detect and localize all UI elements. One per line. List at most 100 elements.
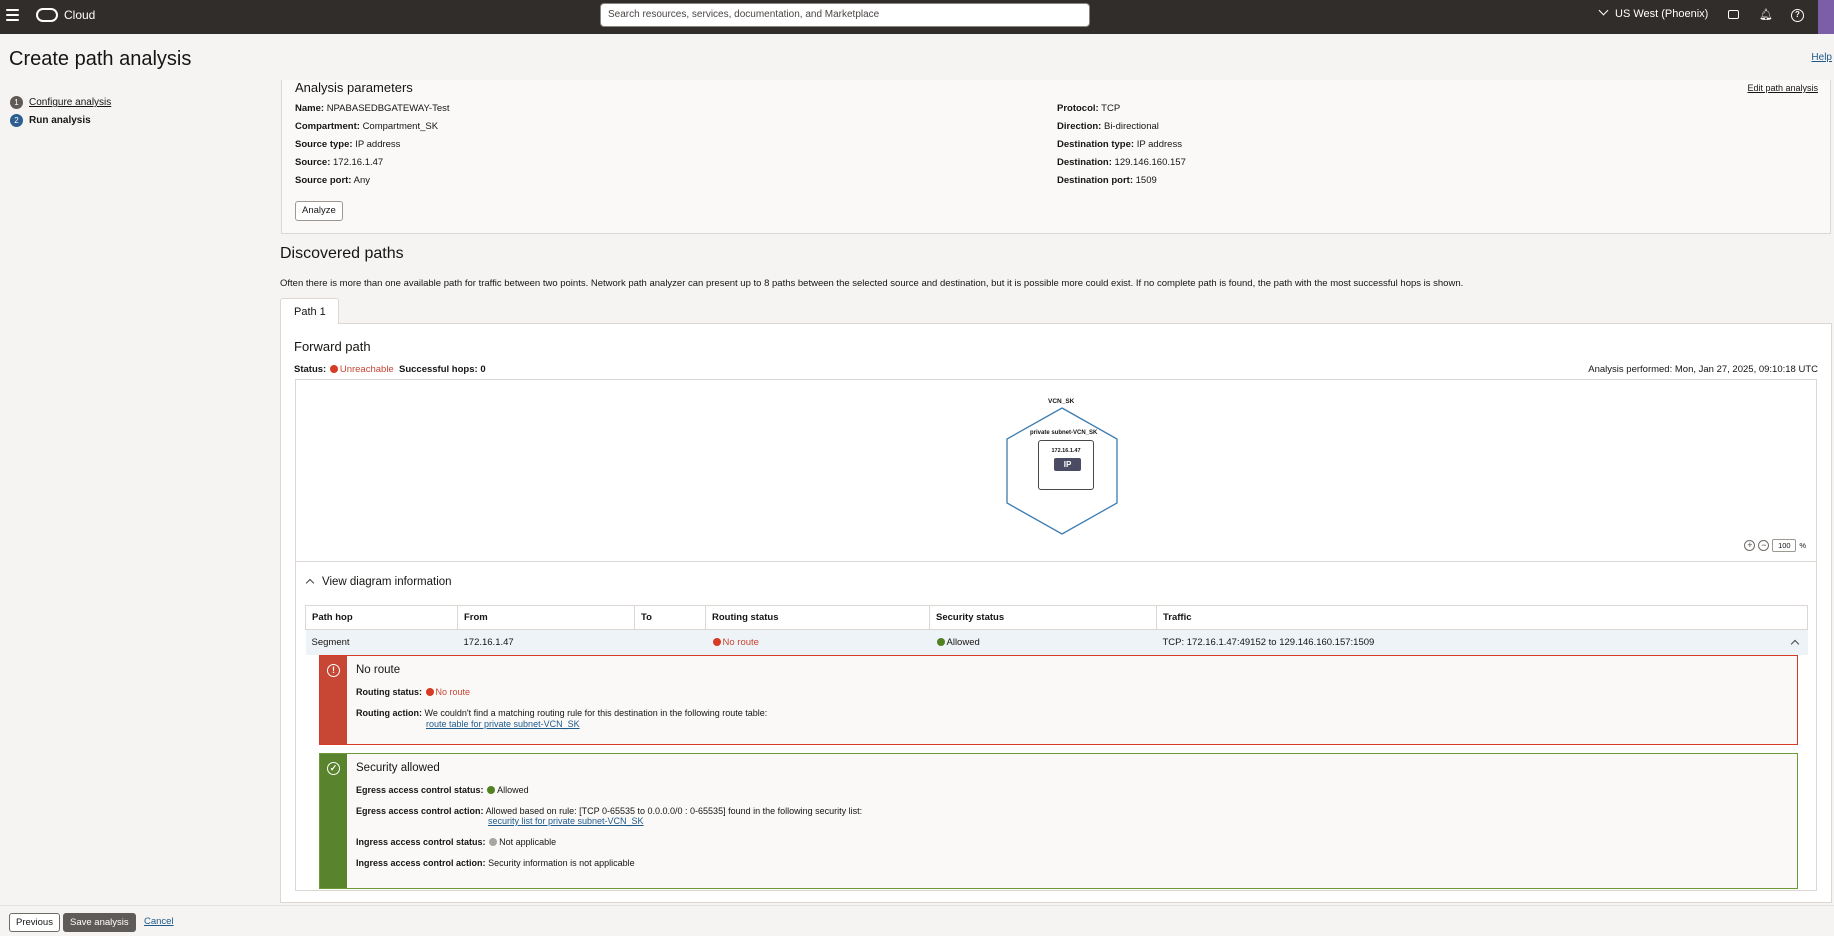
- ingress-status-line: Ingress access control status: Not appli…: [356, 837, 557, 847]
- param-name: Name: NPABASEDBGATEWAY-Test: [295, 103, 450, 114]
- cell-path-hop: Segment: [305, 629, 458, 655]
- diagram-information-section: View diagram information Path hop From T…: [295, 561, 1817, 891]
- zoom-level-input[interactable]: 100: [1772, 539, 1797, 552]
- analyze-button[interactable]: Analyze: [295, 201, 343, 221]
- cell-traffic: TCP: 172.16.1.47:49152 to 129.146.160.15…: [1156, 629, 1808, 655]
- path-hops-table: Path hop From To Routing status Security…: [305, 605, 1808, 655]
- step-number: 1: [10, 96, 23, 109]
- param-protocol: Protocol: TCP: [1057, 103, 1121, 114]
- discovered-paths-description: Often there is more than one available p…: [280, 278, 1464, 289]
- error-status-icon: [425, 688, 434, 696]
- param-source-port: Source port: Any: [295, 175, 370, 186]
- app-name[interactable]: Cloud: [64, 8, 95, 22]
- step-label[interactable]: Configure analysis: [29, 97, 111, 108]
- wizard-steps: 1 Configure analysis 2 Run analysis: [10, 94, 111, 130]
- egress-status-line: Egress access control status: Allowed: [356, 785, 529, 795]
- step-configure-analysis[interactable]: 1 Configure analysis: [10, 94, 111, 111]
- param-destination-type: Destination type: IP address: [1057, 139, 1182, 150]
- hops-label: Successful hops:: [399, 364, 478, 375]
- bell-icon[interactable]: 🔔︎: [1759, 9, 1773, 22]
- ingress-action-line: Ingress access control action: Security …: [356, 858, 635, 868]
- error-icon: !: [327, 664, 340, 677]
- step-label: Run analysis: [29, 115, 91, 126]
- zoom-in-icon[interactable]: +: [1744, 540, 1756, 551]
- no-route-title: No route: [356, 664, 401, 676]
- tab-path-1[interactable]: Path 1: [280, 298, 339, 324]
- param-direction: Direction: Bi-directional: [1057, 121, 1159, 132]
- neutral-status-icon: [489, 838, 498, 846]
- ip-node[interactable]: 172.16.1.47 IP: [1038, 440, 1094, 490]
- discovered-paths-title: Discovered paths: [280, 245, 404, 262]
- status-label: Status:: [294, 364, 327, 375]
- hops-value: 0: [480, 364, 486, 375]
- param-source-type: Source type: IP address: [295, 139, 401, 150]
- security-allowed-title: Security allowed: [356, 762, 440, 774]
- status-value: Unreachable: [339, 364, 394, 375]
- subnet-label: private subnet-VCN_SK: [1030, 430, 1098, 436]
- forward-path-title: Forward path: [294, 339, 371, 354]
- view-diagram-information-toggle[interactable]: View diagram information: [305, 576, 452, 588]
- edit-path-analysis-link[interactable]: Edit path analysis: [1747, 83, 1818, 93]
- top-navigation-bar: Cloud Search resources, services, docume…: [0, 0, 1834, 34]
- no-route-card: ! No route Routing status: No route Rout…: [319, 655, 1798, 745]
- check-circle-icon: ✓: [327, 762, 340, 775]
- cell-to: [634, 629, 706, 655]
- param-destination-port: Destination port: 1509: [1057, 175, 1157, 186]
- security-allowed-card: ✓ Security allowed Egress access control…: [319, 753, 1798, 889]
- chevron-up-icon: [305, 578, 315, 588]
- analysis-parameters-heading: Analysis parameters: [295, 80, 413, 95]
- column-header: To: [634, 605, 706, 630]
- path-tab-panel: Forward path Status: Unreachable Success…: [280, 323, 1832, 903]
- success-status-icon: [936, 637, 945, 646]
- path-status: Status: Unreachable Successful hops: 0: [294, 364, 486, 375]
- param-compartment: Compartment: Compartment_SK: [295, 121, 439, 132]
- param-destination: Destination: 129.146.160.157: [1057, 157, 1186, 168]
- page-title: Create path analysis: [9, 48, 192, 70]
- table-header-row: Path hop From To Routing status Security…: [305, 605, 1808, 630]
- previous-button[interactable]: Previous: [9, 913, 60, 932]
- help-icon[interactable]: ?: [1791, 9, 1804, 22]
- analysis-performed-timestamp: Analysis performed: Mon, Jan 27, 2025, 0…: [1588, 364, 1818, 375]
- cancel-link[interactable]: Cancel: [144, 916, 174, 927]
- collapse-row-icon[interactable]: [1790, 639, 1799, 648]
- step-number: 2: [10, 114, 23, 127]
- table-row[interactable]: Segment 172.16.1.47 No route Allowed TCP…: [305, 629, 1808, 655]
- security-list-link[interactable]: security list for private subnet-VCN_SK: [488, 816, 644, 826]
- region-selector[interactable]: US West (Phoenix): [1598, 5, 1709, 20]
- vcn-label: VCN_SK: [1048, 398, 1075, 405]
- parameters-left-column: Name: NPABASEDBGATEWAY-Test Compartment:…: [295, 103, 450, 193]
- path-diagram[interactable]: VCN_SK private subnet-VCN_SK 172.16.1.47…: [295, 379, 1817, 561]
- search-input[interactable]: Search resources, services, documentatio…: [600, 3, 1090, 27]
- column-header: Path hop: [305, 605, 458, 630]
- save-analysis-button[interactable]: Save analysis: [63, 913, 136, 932]
- column-header: Security status: [929, 605, 1157, 630]
- zoom-unit: %: [1799, 541, 1806, 550]
- chevron-down-icon: [1598, 5, 1609, 16]
- cell-security-status: Allowed: [929, 629, 1157, 655]
- param-source: Source: 172.16.1.47: [295, 157, 384, 168]
- help-link[interactable]: Help: [1811, 52, 1832, 63]
- cell-from: 172.16.1.47: [457, 629, 635, 655]
- column-header: From: [457, 605, 635, 630]
- column-header: Traffic: [1156, 605, 1808, 630]
- footer-bar: Previous Save analysis Cancel: [0, 905, 1834, 936]
- cell-routing-status: No route: [705, 629, 930, 655]
- cloud-shell-icon[interactable]: [1728, 10, 1739, 19]
- step-run-analysis[interactable]: 2 Run analysis: [10, 112, 111, 129]
- route-table-link[interactable]: route table for private subnet-VCN_SK: [426, 719, 580, 729]
- analysis-parameters-panel: Analysis parameters Edit path analysis N…: [281, 80, 1831, 234]
- region-label: US West (Phoenix): [1615, 8, 1709, 20]
- column-header: Routing status: [705, 605, 930, 630]
- ip-address-label: 172.16.1.47: [1051, 448, 1081, 454]
- routing-status-line: Routing status: No route: [356, 687, 471, 697]
- oracle-logo-icon[interactable]: [36, 8, 58, 22]
- zoom-out-icon[interactable]: −: [1758, 540, 1770, 551]
- menu-icon[interactable]: [6, 9, 19, 21]
- success-status-icon: [487, 786, 496, 794]
- ip-tag: IP: [1054, 458, 1081, 471]
- error-status-icon: [712, 637, 721, 646]
- error-status-icon: [329, 365, 338, 373]
- parameters-right-column: Protocol: TCP Direction: Bi-directional …: [1057, 103, 1186, 193]
- avatar[interactable]: [1818, 0, 1834, 34]
- zoom-controls: + − 100 %: [1744, 539, 1806, 552]
